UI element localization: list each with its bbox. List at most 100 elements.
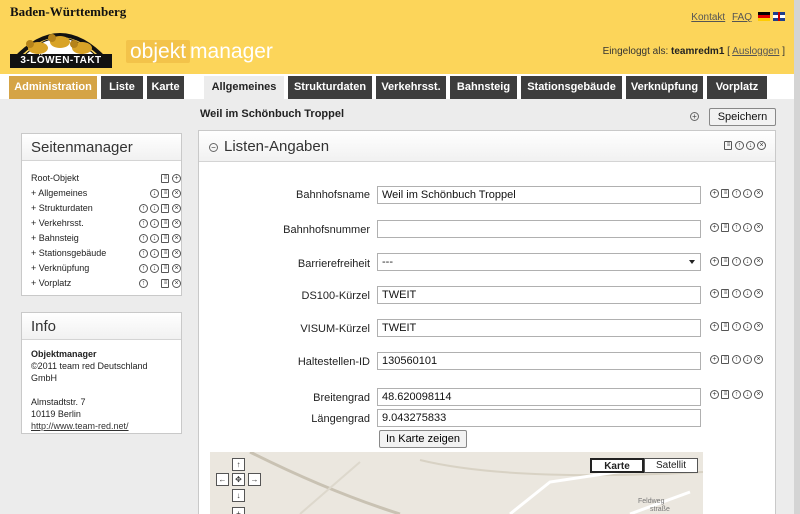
move-up-icon[interactable]: ↑ bbox=[735, 141, 744, 150]
move-down-icon[interactable]: ↓ bbox=[150, 219, 159, 228]
logo[interactable]: Baden-Württemberg 3-LÖWEN-TAKT bbox=[8, 4, 126, 68]
bahnhofsname-input[interactable] bbox=[377, 186, 701, 204]
tab-liste[interactable]: Liste bbox=[101, 76, 143, 99]
add-icon[interactable]: + bbox=[690, 112, 699, 121]
delete-icon[interactable]: × bbox=[754, 189, 763, 198]
move-down-icon[interactable]: ↓ bbox=[150, 234, 159, 243]
faq-link[interactable]: FAQ bbox=[732, 12, 752, 23]
map-view[interactable]: ↑ ← ✥ → ↓ + Karte Satellit Feldweg straß… bbox=[210, 452, 703, 514]
move-down-icon[interactable]: ↓ bbox=[743, 223, 752, 232]
edit-icon[interactable]: ≡ bbox=[721, 189, 729, 198]
move-down-icon[interactable]: ↓ bbox=[743, 289, 752, 298]
pan-right-icon[interactable]: → bbox=[248, 473, 261, 486]
pan-center-icon[interactable]: ✥ bbox=[232, 473, 245, 486]
edit-icon[interactable]: ≡ bbox=[724, 141, 732, 150]
tab-karte[interactable]: Karte bbox=[147, 76, 184, 99]
delete-icon[interactable]: × bbox=[754, 289, 763, 298]
move-up-icon[interactable]: ↑ bbox=[139, 264, 148, 273]
edit-icon[interactable]: ≡ bbox=[721, 257, 729, 266]
add-icon[interactable]: + bbox=[710, 289, 719, 298]
move-down-icon[interactable]: ↓ bbox=[743, 390, 752, 399]
delete-icon[interactable]: × bbox=[172, 249, 181, 258]
move-up-icon[interactable]: ↑ bbox=[139, 234, 148, 243]
tree-item-root[interactable]: Root-Objekt ≡ + bbox=[31, 171, 181, 186]
tab-stationsgebaeude[interactable]: Stationsgebäude bbox=[521, 76, 622, 99]
pan-up-icon[interactable]: ↑ bbox=[232, 458, 245, 471]
delete-icon[interactable]: × bbox=[754, 223, 763, 232]
delete-icon[interactable]: × bbox=[172, 189, 181, 198]
edit-icon[interactable]: ≡ bbox=[721, 223, 729, 232]
move-up-icon[interactable]: ↑ bbox=[732, 390, 741, 399]
tree-item-vorplatz[interactable]: + Vorplatz ↑ ≡ × bbox=[31, 276, 181, 291]
pan-left-icon[interactable]: ← bbox=[216, 473, 229, 486]
delete-icon[interactable]: × bbox=[172, 204, 181, 213]
tree-item-allgemeines[interactable]: + Allgemeines ↓ ≡ × bbox=[31, 186, 181, 201]
tab-verkehrsst[interactable]: Verkehrsst. bbox=[376, 76, 446, 99]
delete-icon[interactable]: × bbox=[754, 390, 763, 399]
barrierefreiheit-select[interactable]: --- bbox=[377, 253, 701, 271]
move-down-icon[interactable]: ↓ bbox=[150, 264, 159, 273]
pan-down-icon[interactable]: ↓ bbox=[232, 489, 245, 502]
map-type-satellit-button[interactable]: Satellit bbox=[644, 458, 698, 473]
move-up-icon[interactable]: ↑ bbox=[732, 355, 741, 364]
tree-item-stationsgebaeude[interactable]: + Stationsgebäude ↑ ↓ ≡ × bbox=[31, 246, 181, 261]
delete-icon[interactable]: × bbox=[172, 279, 181, 288]
edit-icon[interactable]: ≡ bbox=[721, 355, 729, 364]
tab-verknuepfung[interactable]: Verknüpfung bbox=[626, 76, 703, 99]
add-icon[interactable]: + bbox=[710, 390, 719, 399]
add-icon[interactable]: + bbox=[710, 355, 719, 364]
kontakt-link[interactable]: Kontakt bbox=[691, 12, 725, 23]
delete-icon[interactable]: × bbox=[754, 355, 763, 364]
edit-icon[interactable]: ≡ bbox=[721, 322, 729, 331]
add-child-icon[interactable]: + bbox=[172, 174, 181, 183]
edit-icon[interactable]: ≡ bbox=[721, 289, 729, 298]
map-type-karte-button[interactable]: Karte bbox=[590, 458, 644, 473]
move-down-icon[interactable]: ↓ bbox=[743, 189, 752, 198]
move-down-icon[interactable]: ↓ bbox=[743, 257, 752, 266]
zoom-in-icon[interactable]: + bbox=[232, 507, 245, 514]
bahnhofsnummer-input[interactable] bbox=[377, 220, 701, 238]
tab-vorplatz[interactable]: Vorplatz bbox=[707, 76, 767, 99]
tab-administration[interactable]: Administration bbox=[9, 76, 97, 99]
save-button[interactable]: Speichern bbox=[709, 108, 776, 126]
move-down-icon[interactable]: ↓ bbox=[743, 322, 752, 331]
show-on-map-button[interactable]: In Karte zeigen bbox=[379, 430, 467, 448]
move-down-icon[interactable]: ↓ bbox=[150, 189, 159, 198]
edit-icon[interactable]: ≡ bbox=[721, 390, 729, 399]
delete-icon[interactable]: × bbox=[754, 322, 763, 331]
tab-strukturdaten[interactable]: Strukturdaten bbox=[288, 76, 372, 99]
add-icon[interactable]: + bbox=[710, 257, 719, 266]
tree-item-verkehrsst[interactable]: + Verkehrsst. ↑ ↓ ≡ × bbox=[31, 216, 181, 231]
german-flag-icon[interactable] bbox=[758, 12, 770, 21]
move-down-icon[interactable]: ↓ bbox=[150, 249, 159, 258]
edit-page-icon[interactable]: ≡ bbox=[161, 264, 169, 273]
window-scrollbar[interactable] bbox=[794, 0, 800, 514]
move-up-icon[interactable]: ↑ bbox=[732, 223, 741, 232]
delete-icon[interactable]: × bbox=[172, 264, 181, 273]
logout-link[interactable]: Ausloggen bbox=[732, 46, 779, 57]
edit-page-icon[interactable]: ≡ bbox=[161, 189, 169, 198]
delete-icon[interactable]: × bbox=[172, 219, 181, 228]
move-down-icon[interactable]: ↓ bbox=[746, 141, 755, 150]
move-up-icon[interactable]: ↑ bbox=[139, 249, 148, 258]
delete-icon[interactable]: × bbox=[754, 257, 763, 266]
move-down-icon[interactable]: ↓ bbox=[743, 355, 752, 364]
visum-input[interactable] bbox=[377, 319, 701, 337]
add-icon[interactable]: + bbox=[710, 322, 719, 331]
move-up-icon[interactable]: ↑ bbox=[139, 204, 148, 213]
info-website-link[interactable]: http://www.team-red.net/ bbox=[31, 421, 129, 431]
ds100-input[interactable] bbox=[377, 286, 701, 304]
tree-item-strukturdaten[interactable]: + Strukturdaten ↑ ↓ ≡ × bbox=[31, 201, 181, 216]
tab-bahnsteig[interactable]: Bahnsteig bbox=[450, 76, 517, 99]
english-flag-icon[interactable] bbox=[773, 12, 785, 21]
breitengrad-input[interactable] bbox=[377, 388, 701, 406]
collapse-icon[interactable]: − bbox=[209, 143, 218, 152]
edit-page-icon[interactable]: ≡ bbox=[161, 174, 169, 183]
tree-item-bahnsteig[interactable]: + Bahnsteig ↑ ↓ ≡ × bbox=[31, 231, 181, 246]
edit-page-icon[interactable]: ≡ bbox=[161, 234, 169, 243]
move-up-icon[interactable]: ↑ bbox=[139, 279, 148, 288]
move-up-icon[interactable]: ↑ bbox=[139, 219, 148, 228]
tab-allgemeines[interactable]: Allgemeines bbox=[204, 76, 284, 99]
tree-item-verknuepfung[interactable]: + Verknüpfung ↑ ↓ ≡ × bbox=[31, 261, 181, 276]
delete-icon[interactable]: × bbox=[757, 141, 766, 150]
